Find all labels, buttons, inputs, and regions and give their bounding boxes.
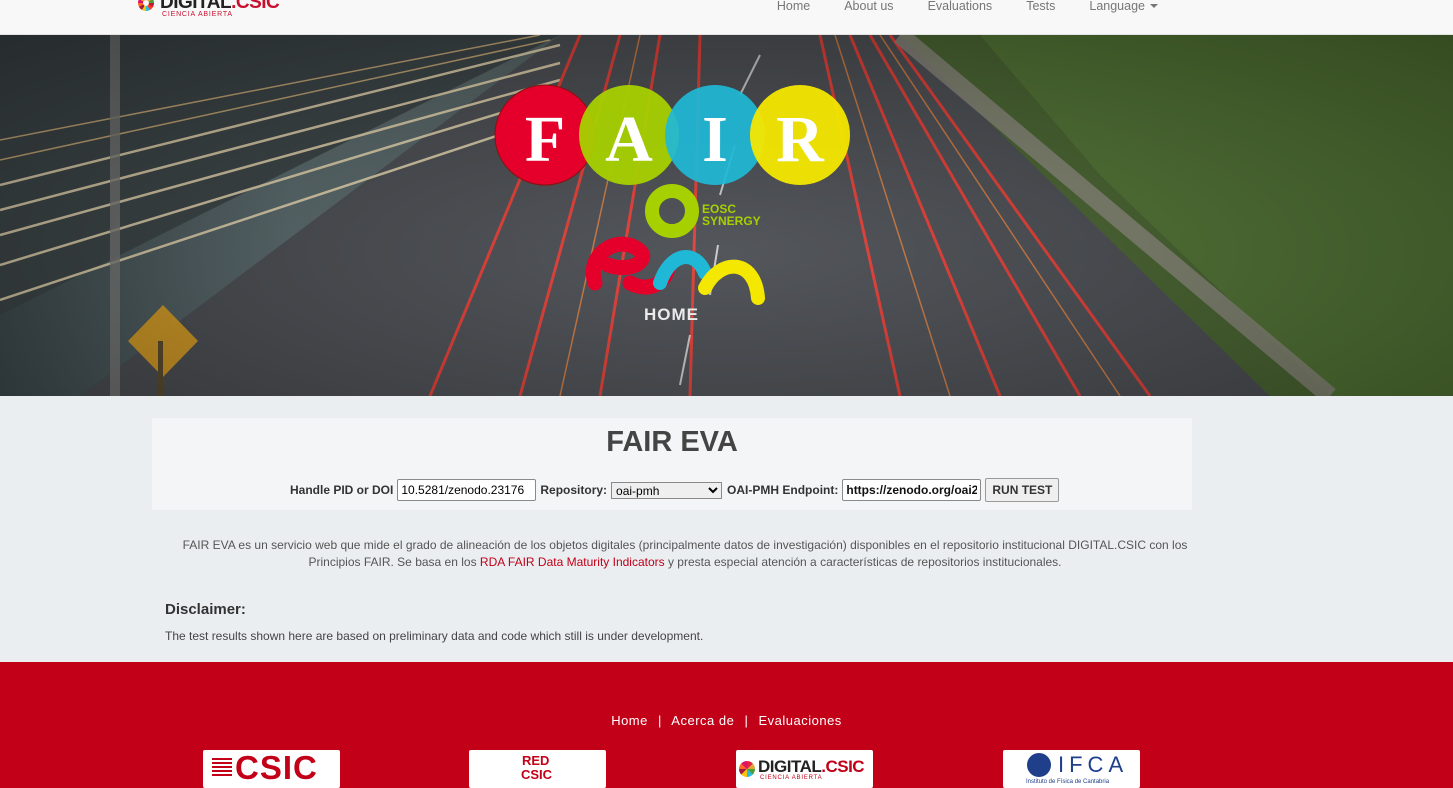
repository-select[interactable]: oai-pmh <box>611 481 723 499</box>
digital-csic-footer-logo[interactable]: DIGITAL.CSIC CIENCIA ABIERTA <box>736 750 873 788</box>
footer-links: Home | Acerca de | Evaluaciones <box>0 713 1453 728</box>
run-test-button[interactable]: RUN TEST <box>985 478 1060 502</box>
ifca-emblem-icon <box>1027 753 1051 777</box>
csic-emblem-icon <box>212 756 232 776</box>
repository-label: Repository: <box>540 483 608 497</box>
csic-logo[interactable]: CSIC <box>203 750 340 788</box>
footer-link-home[interactable]: Home <box>611 713 648 728</box>
red-logo-subtext: CSIC <box>521 767 553 782</box>
evaluation-panel: FAIR EVA Handle PID or DOI Repository: o… <box>152 418 1192 510</box>
navbar: DIGITAL.CSIC CIENCIA ABIERTA Home About … <box>0 0 1453 35</box>
pid-label: Handle PID or DOI <box>290 483 394 497</box>
footer: Home | Acerca de | Evaluaciones CSIC RED… <box>0 662 1453 788</box>
footer-separator: | <box>744 713 749 728</box>
sdg-ring-icon <box>739 761 755 777</box>
nav-language-dropdown[interactable]: Language <box>1072 0 1175 14</box>
language-label: Language <box>1089 0 1145 13</box>
footer-link-evaluaciones[interactable]: Evaluaciones <box>758 713 841 728</box>
hero-banner: F A I R EOSC SYNERGY HOME <box>0 35 1453 396</box>
fair-letter-f: F <box>525 103 565 176</box>
nav-about-us[interactable]: About us <box>827 0 910 14</box>
synergy-text: SYNERGY <box>702 214 761 228</box>
fair-eosc-synergy-logo: F A I R EOSC SYNERGY <box>494 84 850 305</box>
evaluation-form: Handle PID or DOI Repository: oai-pmh OA… <box>290 478 1060 502</box>
pid-input[interactable] <box>397 479 537 501</box>
footer-separator: | <box>658 713 662 728</box>
ifca-logo-text: IFCA <box>1058 752 1129 777</box>
fair-letter-i: I <box>702 103 728 176</box>
caret-down-icon <box>1150 4 1158 8</box>
digital-logo-subtext: CIENCIA ABIERTA <box>760 775 823 781</box>
description-text: FAIR EVA es un servicio web que mide el … <box>180 537 1190 571</box>
endpoint-input[interactable] <box>842 479 982 501</box>
brand-tagline: CIENCIA ABIERTA <box>162 11 233 18</box>
disclaimer-text: The test results shown here are based on… <box>165 629 704 643</box>
description-part2: y presta especial atención a característ… <box>664 555 1062 569</box>
csic-logo-text: CSIC <box>235 750 318 786</box>
red-csic-logo[interactable]: RED CSIC <box>469 750 606 788</box>
nav-tests[interactable]: Tests <box>1009 0 1072 14</box>
hero-home-label: HOME <box>644 305 699 324</box>
nav-evaluations[interactable]: Evaluations <box>911 0 1010 14</box>
rda-indicators-link[interactable]: RDA FAIR Data Maturity Indicators <box>480 555 665 569</box>
ifca-logo[interactable]: IFCA Instituto de Física de Cantabria <box>1003 750 1140 788</box>
sdg-ring-icon <box>138 0 154 11</box>
disclaimer-title: Disclaimer: <box>165 601 246 618</box>
main-nav: Home About us Evaluations Tests Language <box>760 0 1175 14</box>
digital-logo-text: DIGITAL.CSIC <box>758 757 865 776</box>
page-title: FAIR EVA <box>606 426 738 458</box>
ifca-logo-subtext: Instituto de Física de Cantabria <box>1026 779 1110 785</box>
endpoint-label: OAI-PMH Endpoint: <box>727 483 839 497</box>
nav-home[interactable]: Home <box>760 0 827 14</box>
fair-letter-r: R <box>776 103 825 176</box>
red-logo-text: RED <box>522 753 550 768</box>
footer-link-acerca[interactable]: Acerca de <box>671 713 734 728</box>
fair-letter-a: A <box>605 103 653 176</box>
